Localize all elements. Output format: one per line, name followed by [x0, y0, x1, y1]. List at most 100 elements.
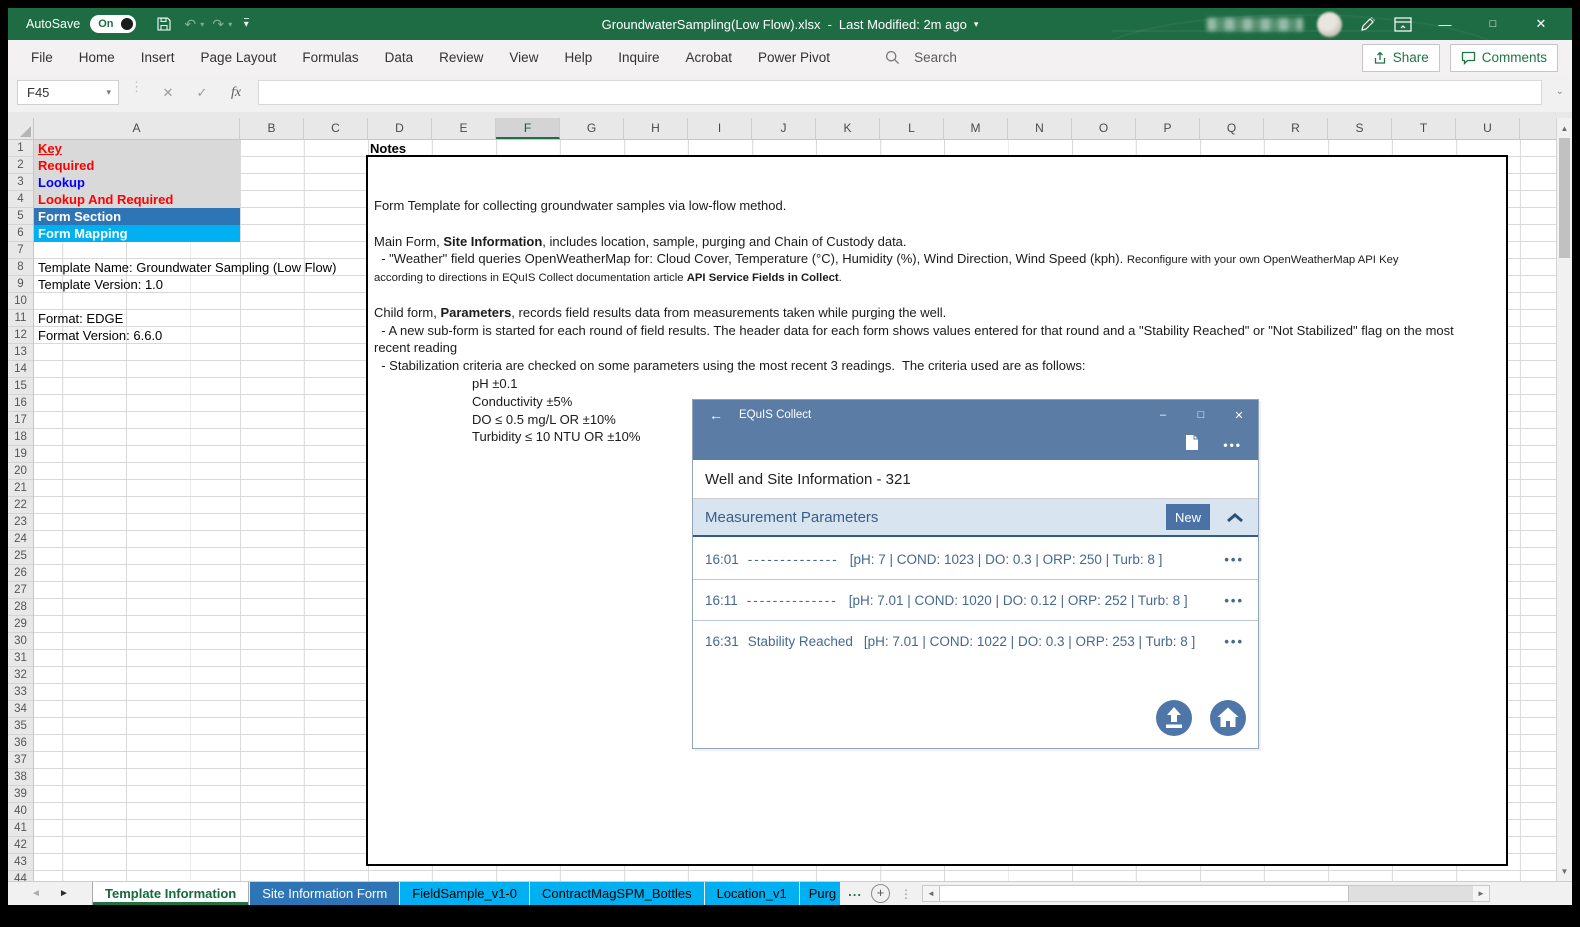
cell-A1[interactable]: Key — [34, 140, 240, 157]
save-icon[interactable] — [152, 12, 176, 36]
column-header-F[interactable]: F — [496, 118, 560, 139]
column-header-H[interactable]: H — [624, 118, 688, 139]
row-header-35[interactable]: 35 — [8, 718, 33, 735]
column-header-N[interactable]: N — [1008, 118, 1072, 139]
row-header-21[interactable]: 21 — [8, 480, 33, 497]
inking-pen-icon[interactable] — [1356, 13, 1378, 35]
row-header-27[interactable]: 27 — [8, 582, 33, 599]
row-header-13[interactable]: 13 — [8, 344, 33, 361]
row-header-4[interactable]: 4 — [8, 191, 33, 208]
search-box[interactable]: Search — [885, 50, 957, 65]
collapse-formula-bar-icon[interactable]: ⌄ — [1556, 86, 1564, 97]
row-header-9[interactable]: 9 — [8, 276, 33, 293]
row-header-8[interactable]: 8 — [8, 259, 33, 276]
ribbon-display-options-icon[interactable] — [1392, 13, 1414, 35]
sheet-tab-fieldsample-v1-0[interactable]: FieldSample_v1-0 — [400, 882, 529, 905]
row-header-5[interactable]: 5 — [8, 208, 33, 225]
document-icon[interactable] — [1185, 434, 1199, 456]
cell-A11[interactable]: Format: EDGE — [34, 310, 123, 327]
name-box[interactable]: F45 ▾ — [17, 80, 119, 105]
tab-overflow-label[interactable]: ... — [848, 884, 862, 899]
row-header-6[interactable]: 6 — [8, 225, 33, 242]
vertical-scroll-thumb[interactable] — [1559, 138, 1570, 258]
row-header-23[interactable]: 23 — [8, 514, 33, 531]
row-header-43[interactable]: 43 — [8, 854, 33, 871]
ribbon-tab-help[interactable]: Help — [551, 40, 605, 75]
row-header-29[interactable]: 29 — [8, 616, 33, 633]
row-header-12[interactable]: 12 — [8, 327, 33, 344]
upload-button[interactable] — [1154, 698, 1194, 738]
ribbon-tab-review[interactable]: Review — [426, 40, 496, 75]
ribbon-tab-file[interactable]: File — [18, 40, 66, 75]
sheet-tab-template-information[interactable]: Template Information — [92, 882, 249, 905]
scroll-left-icon[interactable]: ◄ — [923, 886, 939, 901]
row-header-22[interactable]: 22 — [8, 497, 33, 514]
new-sheet-button[interactable]: + — [871, 884, 890, 903]
column-header-R[interactable]: R — [1264, 118, 1328, 139]
ribbon-tab-data[interactable]: Data — [372, 40, 427, 75]
cell-A9[interactable]: Template Version: 1.0 — [34, 276, 163, 293]
column-header-G[interactable]: G — [560, 118, 624, 139]
row-header-42[interactable]: 42 — [8, 837, 33, 854]
row-header-11[interactable]: 11 — [8, 310, 33, 327]
ribbon-tab-page-layout[interactable]: Page Layout — [188, 40, 290, 75]
select-all-corner[interactable] — [8, 118, 34, 140]
column-header-K[interactable]: K — [816, 118, 880, 139]
ribbon-tab-insert[interactable]: Insert — [128, 40, 188, 75]
row-header-10[interactable]: 10 — [8, 293, 33, 310]
column-header-L[interactable]: L — [880, 118, 944, 139]
column-header-A[interactable]: A — [34, 118, 240, 139]
row-header-32[interactable]: 32 — [8, 667, 33, 684]
undo-icon[interactable]: ↶ — [178, 12, 202, 36]
row-header-14[interactable]: 14 — [8, 361, 33, 378]
row-header-37[interactable]: 37 — [8, 752, 33, 769]
column-header-J[interactable]: J — [752, 118, 816, 139]
cell-A12[interactable]: Format Version: 6.6.0 — [34, 327, 162, 344]
row-header-24[interactable]: 24 — [8, 531, 33, 548]
app-more-icon[interactable]: ••• — [1223, 438, 1242, 452]
column-header-U[interactable]: U — [1456, 118, 1520, 139]
row-header-44[interactable]: 44 — [8, 871, 33, 881]
row-header-26[interactable]: 26 — [8, 565, 33, 582]
cell-A2[interactable]: Required — [34, 157, 240, 174]
row-header-25[interactable]: 25 — [8, 548, 33, 565]
measurement-row-2[interactable]: 16:11--------------[pH: 7.01 | COND: 102… — [693, 580, 1258, 621]
row-header-19[interactable]: 19 — [8, 446, 33, 463]
share-button[interactable]: Share — [1362, 44, 1440, 72]
row-header-3[interactable]: 3 — [8, 174, 33, 191]
minimize-button[interactable]: — — [1428, 8, 1462, 40]
row-header-28[interactable]: 28 — [8, 599, 33, 616]
column-header-M[interactable]: M — [944, 118, 1008, 139]
column-header-E[interactable]: E — [432, 118, 496, 139]
row-header-40[interactable]: 40 — [8, 803, 33, 820]
sheet-tab-contractmagspm-bottles[interactable]: ContractMagSPM_Bottles — [530, 882, 704, 905]
ribbon-tab-view[interactable]: View — [496, 40, 551, 75]
ribbon-tab-inquire[interactable]: Inquire — [605, 40, 672, 75]
comments-button[interactable]: Comments — [1450, 44, 1558, 72]
sheet-nav-prev-icon[interactable]: ◄ — [22, 888, 50, 899]
row-header-16[interactable]: 16 — [8, 395, 33, 412]
sheet-nav-next-icon[interactable]: ► — [50, 888, 78, 899]
avatar[interactable] — [1317, 12, 1342, 37]
collapse-section-chevron-icon[interactable] — [1226, 512, 1244, 523]
new-button[interactable]: New — [1166, 504, 1210, 530]
formula-bar-grip[interactable]: ⋮ — [130, 84, 143, 90]
column-header-P[interactable]: P — [1136, 118, 1200, 139]
cell-A4[interactable]: Lookup And Required — [34, 191, 240, 208]
measurement-row-3[interactable]: 16:31Stability Reached[pH: 7.01 | COND: … — [693, 621, 1258, 662]
cell-A5[interactable]: Form Section — [34, 208, 240, 225]
ribbon-tab-acrobat[interactable]: Acrobat — [673, 40, 746, 75]
horizontal-scroll-thumb[interactable] — [939, 886, 1349, 901]
row-header-1[interactable]: 1 — [8, 140, 33, 157]
maximize-button[interactable]: □ — [1476, 8, 1510, 40]
column-header-B[interactable]: B — [240, 118, 304, 139]
ribbon-tab-home[interactable]: Home — [66, 40, 128, 75]
formula-input[interactable] — [258, 80, 1542, 105]
scroll-right-icon[interactable]: ► — [1473, 886, 1489, 901]
cell-A6[interactable]: Form Mapping — [34, 225, 240, 242]
cell-A3[interactable]: Lookup — [34, 174, 240, 191]
autosave-toggle[interactable]: On — [90, 15, 136, 33]
column-header-C[interactable]: C — [304, 118, 368, 139]
row-header-15[interactable]: 15 — [8, 378, 33, 395]
row-header-38[interactable]: 38 — [8, 769, 33, 786]
